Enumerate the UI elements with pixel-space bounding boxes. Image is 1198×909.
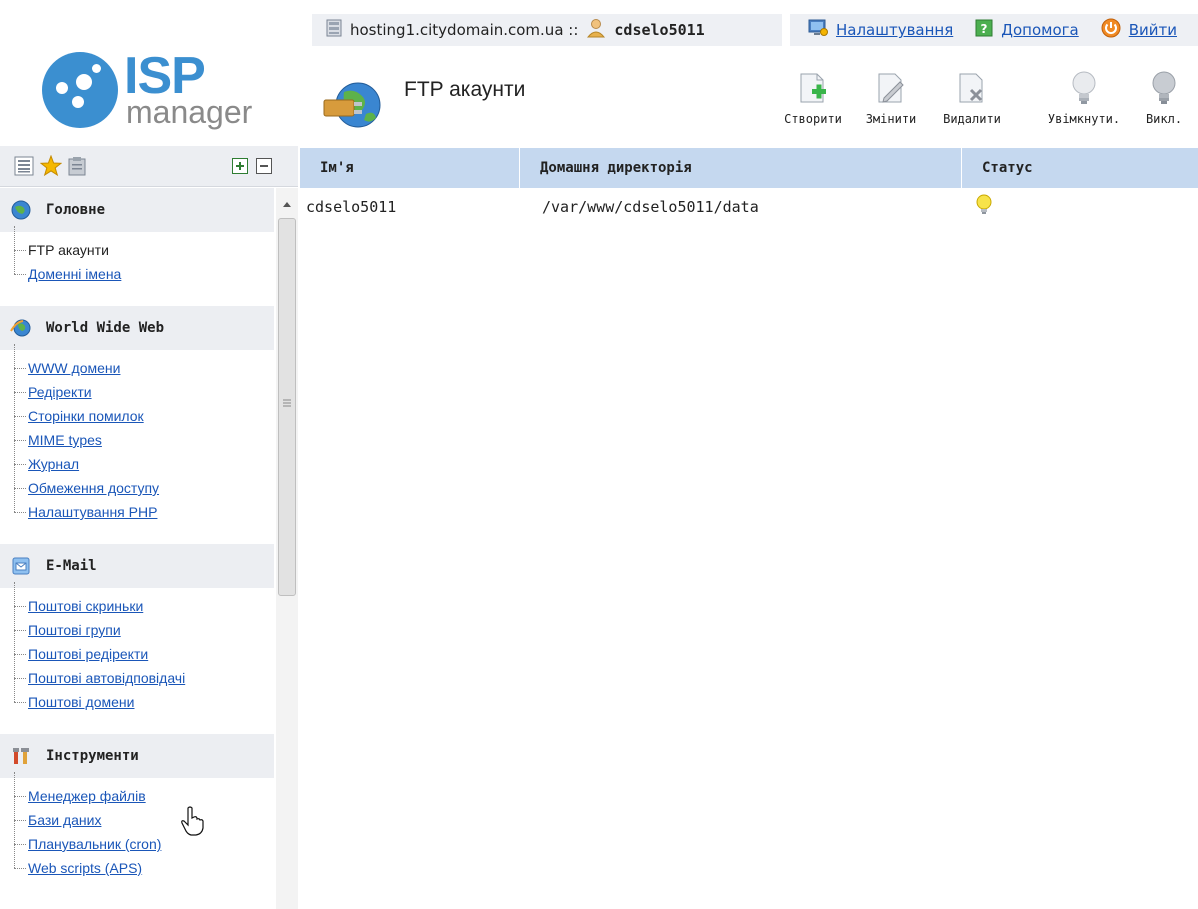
cell-name: cdselo5011: [306, 198, 397, 216]
sidebar-item-access-restriction[interactable]: Обмеження доступу: [14, 464, 274, 500]
sidebar-item-cron[interactable]: Планувальник (cron): [14, 820, 274, 856]
sidebar-item-www-domains[interactable]: WWW домени: [14, 344, 274, 380]
help-link[interactable]: ? Допомога: [975, 19, 1079, 41]
sidebar-item-file-manager[interactable]: Менеджер файлів: [14, 772, 274, 808]
column-name[interactable]: Ім'я: [300, 148, 520, 188]
tools-icon: [10, 745, 32, 767]
user-icon: [586, 18, 606, 42]
host-name: hosting1.citydomain.com.ua ::: [350, 21, 579, 39]
scroll-up-arrow-icon[interactable]: [282, 196, 292, 212]
sidebar-item-log[interactable]: Журнал: [14, 440, 274, 476]
table-header: Ім'я Домашня директорія Статус: [300, 148, 1198, 188]
settings-monitor-icon: [808, 19, 828, 41]
sidebar-item-mail-groups[interactable]: Поштові групи: [14, 606, 274, 642]
help-icon: ?: [975, 19, 993, 41]
page-title: FTP акаунти: [404, 78, 526, 101]
collapse-all-icon[interactable]: [256, 158, 272, 178]
sidebar-item-autoresponders[interactable]: Поштові автовідповідачі: [14, 654, 274, 690]
sidebar-item-ftp-accounts[interactable]: FTP акаунти: [14, 226, 274, 262]
sidebar-item-mail-redirects[interactable]: Поштові редіректи: [14, 630, 274, 666]
mail-icon: [10, 555, 32, 577]
server-icon: [326, 19, 342, 41]
create-icon: [774, 66, 852, 112]
ispmanager-logo[interactable]: ISP manager: [42, 47, 252, 138]
enable-button[interactable]: Увімкнути.: [1036, 66, 1132, 126]
sidebar-item-redirects[interactable]: Редіректи: [14, 368, 274, 404]
hand-cursor-icon: [180, 806, 206, 840]
edit-icon: [856, 66, 926, 112]
delete-button[interactable]: Видалити: [932, 66, 1012, 126]
sidebar-toolbar: [0, 146, 298, 187]
create-button[interactable]: Створити: [774, 66, 852, 126]
sidebar-scrollbar[interactable]: [276, 188, 298, 909]
section-email[interactable]: E-Mail: [0, 544, 274, 588]
expand-all-icon[interactable]: [232, 158, 248, 178]
column-home-dir[interactable]: Домашня директорія: [520, 148, 962, 188]
scroll-thumb[interactable]: [278, 218, 296, 596]
power-icon: [1101, 18, 1121, 42]
www-icon: [10, 317, 32, 339]
sidebar: Головне FTP акаунти Доменні імена World …: [0, 188, 274, 909]
cell-status: [962, 190, 1198, 224]
cell-home-dir: /var/www/cdselo5011/data: [542, 198, 759, 216]
sidebar-item-mime-types[interactable]: MIME types: [14, 416, 274, 452]
logout-link[interactable]: Вийти: [1101, 18, 1177, 42]
favorites-star-icon[interactable]: [39, 154, 63, 181]
globe-plug-icon: [322, 80, 384, 130]
sidebar-item-mail-domains[interactable]: Поштові домени: [14, 678, 274, 714]
bulb-on-icon: [976, 194, 992, 220]
settings-link[interactable]: Налаштування: [808, 19, 953, 41]
sidebar-item-domain-names[interactable]: Доменні імена: [14, 250, 274, 286]
globe-icon: [10, 199, 32, 221]
section-www[interactable]: World Wide Web: [0, 306, 274, 350]
delete-icon: [932, 66, 1012, 112]
bulb-off-icon: [1136, 66, 1192, 112]
section-main[interactable]: Головне: [0, 188, 274, 232]
disable-button[interactable]: Викл.: [1136, 66, 1192, 126]
host-bar: hosting1.citydomain.com.ua :: cdselo5011: [312, 14, 782, 46]
table-row[interactable]: cdselo5011 /var/www/cdselo5011/data: [300, 190, 1198, 224]
logo-manager: manager: [126, 94, 253, 130]
bulb-on-icon: [1036, 66, 1132, 112]
column-status[interactable]: Статус: [962, 148, 1198, 188]
section-tools[interactable]: Інструменти: [0, 734, 274, 778]
list-view-icon[interactable]: [14, 156, 34, 180]
clipboard-icon[interactable]: [68, 156, 86, 180]
sidebar-item-web-scripts[interactable]: Web scripts (APS): [14, 844, 274, 880]
logo-mark-icon: [42, 52, 118, 128]
sidebar-item-databases[interactable]: Бази даних: [14, 796, 274, 832]
user-name: cdselo5011: [614, 21, 705, 39]
sidebar-item-php-settings[interactable]: Налаштування PHP: [14, 488, 274, 524]
svg-text:?: ?: [981, 22, 988, 36]
sidebar-item-mailboxes[interactable]: Поштові скриньки: [14, 582, 274, 618]
edit-button[interactable]: Змінити: [856, 66, 926, 126]
sidebar-item-error-pages[interactable]: Сторінки помилок: [14, 392, 274, 428]
top-links: Налаштування ? Допомога Вийти: [790, 14, 1198, 46]
